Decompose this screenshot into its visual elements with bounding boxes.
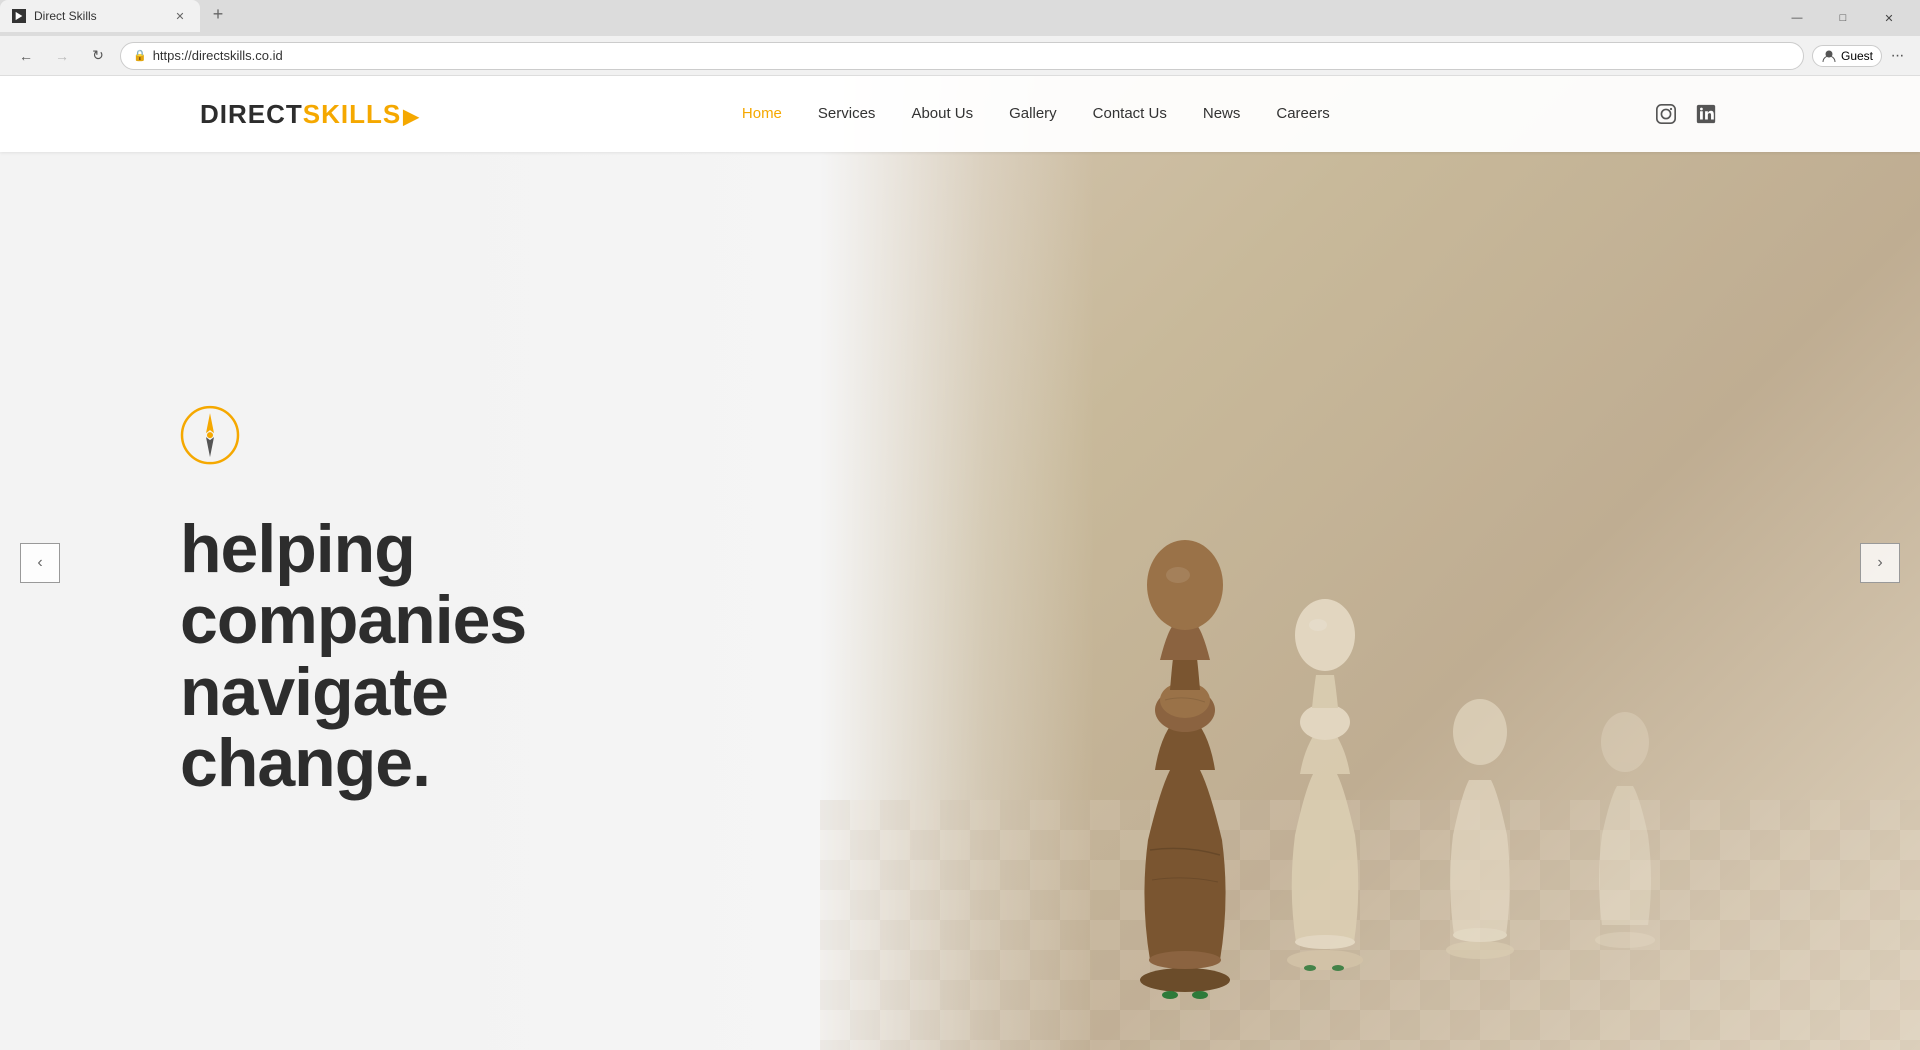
carousel-prev-button[interactable]: ‹ (20, 543, 60, 583)
nav-links: Home Services About Us Gallery Contact U… (742, 105, 1330, 123)
nav-gallery[interactable]: Gallery (1009, 105, 1057, 123)
close-button[interactable]: ✕ (1866, 0, 1912, 36)
url-text: https://directskills.co.id (153, 48, 1791, 63)
maximize-button[interactable]: □ (1820, 0, 1866, 36)
compass-icon-container (180, 405, 526, 490)
refresh-button[interactable]: ↻ (84, 42, 112, 70)
site-logo[interactable]: DIRECTSKILLS▶ (200, 99, 420, 130)
browser-tab-bar: Direct Skills ✕ + — □ ✕ (0, 0, 1920, 36)
website-content: helping companies navigate change. ‹ › D… (0, 76, 1920, 1050)
guest-profile-button[interactable]: Guest (1812, 45, 1882, 67)
window-controls: — □ ✕ (1774, 0, 1920, 36)
browser-actions: Guest ··· (1812, 45, 1908, 67)
nav-home[interactable]: Home (742, 105, 782, 123)
logo-arrow-icon: ▶ (403, 106, 419, 128)
guest-avatar-icon (1821, 48, 1837, 64)
linkedin-icon[interactable] (1692, 100, 1720, 128)
carousel-next-button[interactable]: › (1860, 543, 1900, 583)
nav-contact[interactable]: Contact Us (1093, 105, 1167, 123)
browser-menu-button[interactable]: ··· (1886, 45, 1908, 67)
nav-careers[interactable]: Careers (1276, 105, 1329, 123)
hero-section: helping companies navigate change. ‹ › (0, 76, 1920, 1050)
tab-close-button[interactable]: ✕ (172, 8, 188, 24)
tab-title: Direct Skills (34, 9, 164, 23)
social-links (1652, 100, 1720, 128)
tab-favicon (12, 9, 26, 23)
instagram-icon[interactable] (1652, 100, 1680, 128)
forward-button[interactable]: → (48, 42, 76, 70)
minimize-button[interactable]: — (1774, 0, 1820, 36)
chess-background-image (820, 76, 1920, 1050)
logo-direct: DIRECT (200, 99, 303, 129)
hero-content: helping companies navigate change. (180, 405, 526, 800)
hero-heading: helping companies navigate change. (180, 514, 526, 800)
active-tab[interactable]: Direct Skills ✕ (0, 0, 200, 32)
logo-skills: SKILLS (303, 99, 401, 129)
guest-label: Guest (1841, 49, 1873, 63)
address-bar[interactable]: 🔒 https://directskills.co.id (120, 42, 1804, 70)
browser-toolbar: ← → ↻ 🔒 https://directskills.co.id Guest… (0, 36, 1920, 76)
compass-icon (180, 405, 240, 465)
lock-icon: 🔒 (133, 49, 147, 62)
nav-services[interactable]: Services (818, 105, 876, 123)
new-tab-button[interactable]: + (204, 0, 232, 28)
nav-news[interactable]: News (1203, 105, 1241, 123)
site-navigation: DIRECTSKILLS▶ Home Services About Us Gal… (0, 76, 1920, 152)
back-button[interactable]: ← (12, 42, 40, 70)
nav-about[interactable]: About Us (911, 105, 973, 123)
chess-pieces-svg (950, 300, 1850, 1000)
